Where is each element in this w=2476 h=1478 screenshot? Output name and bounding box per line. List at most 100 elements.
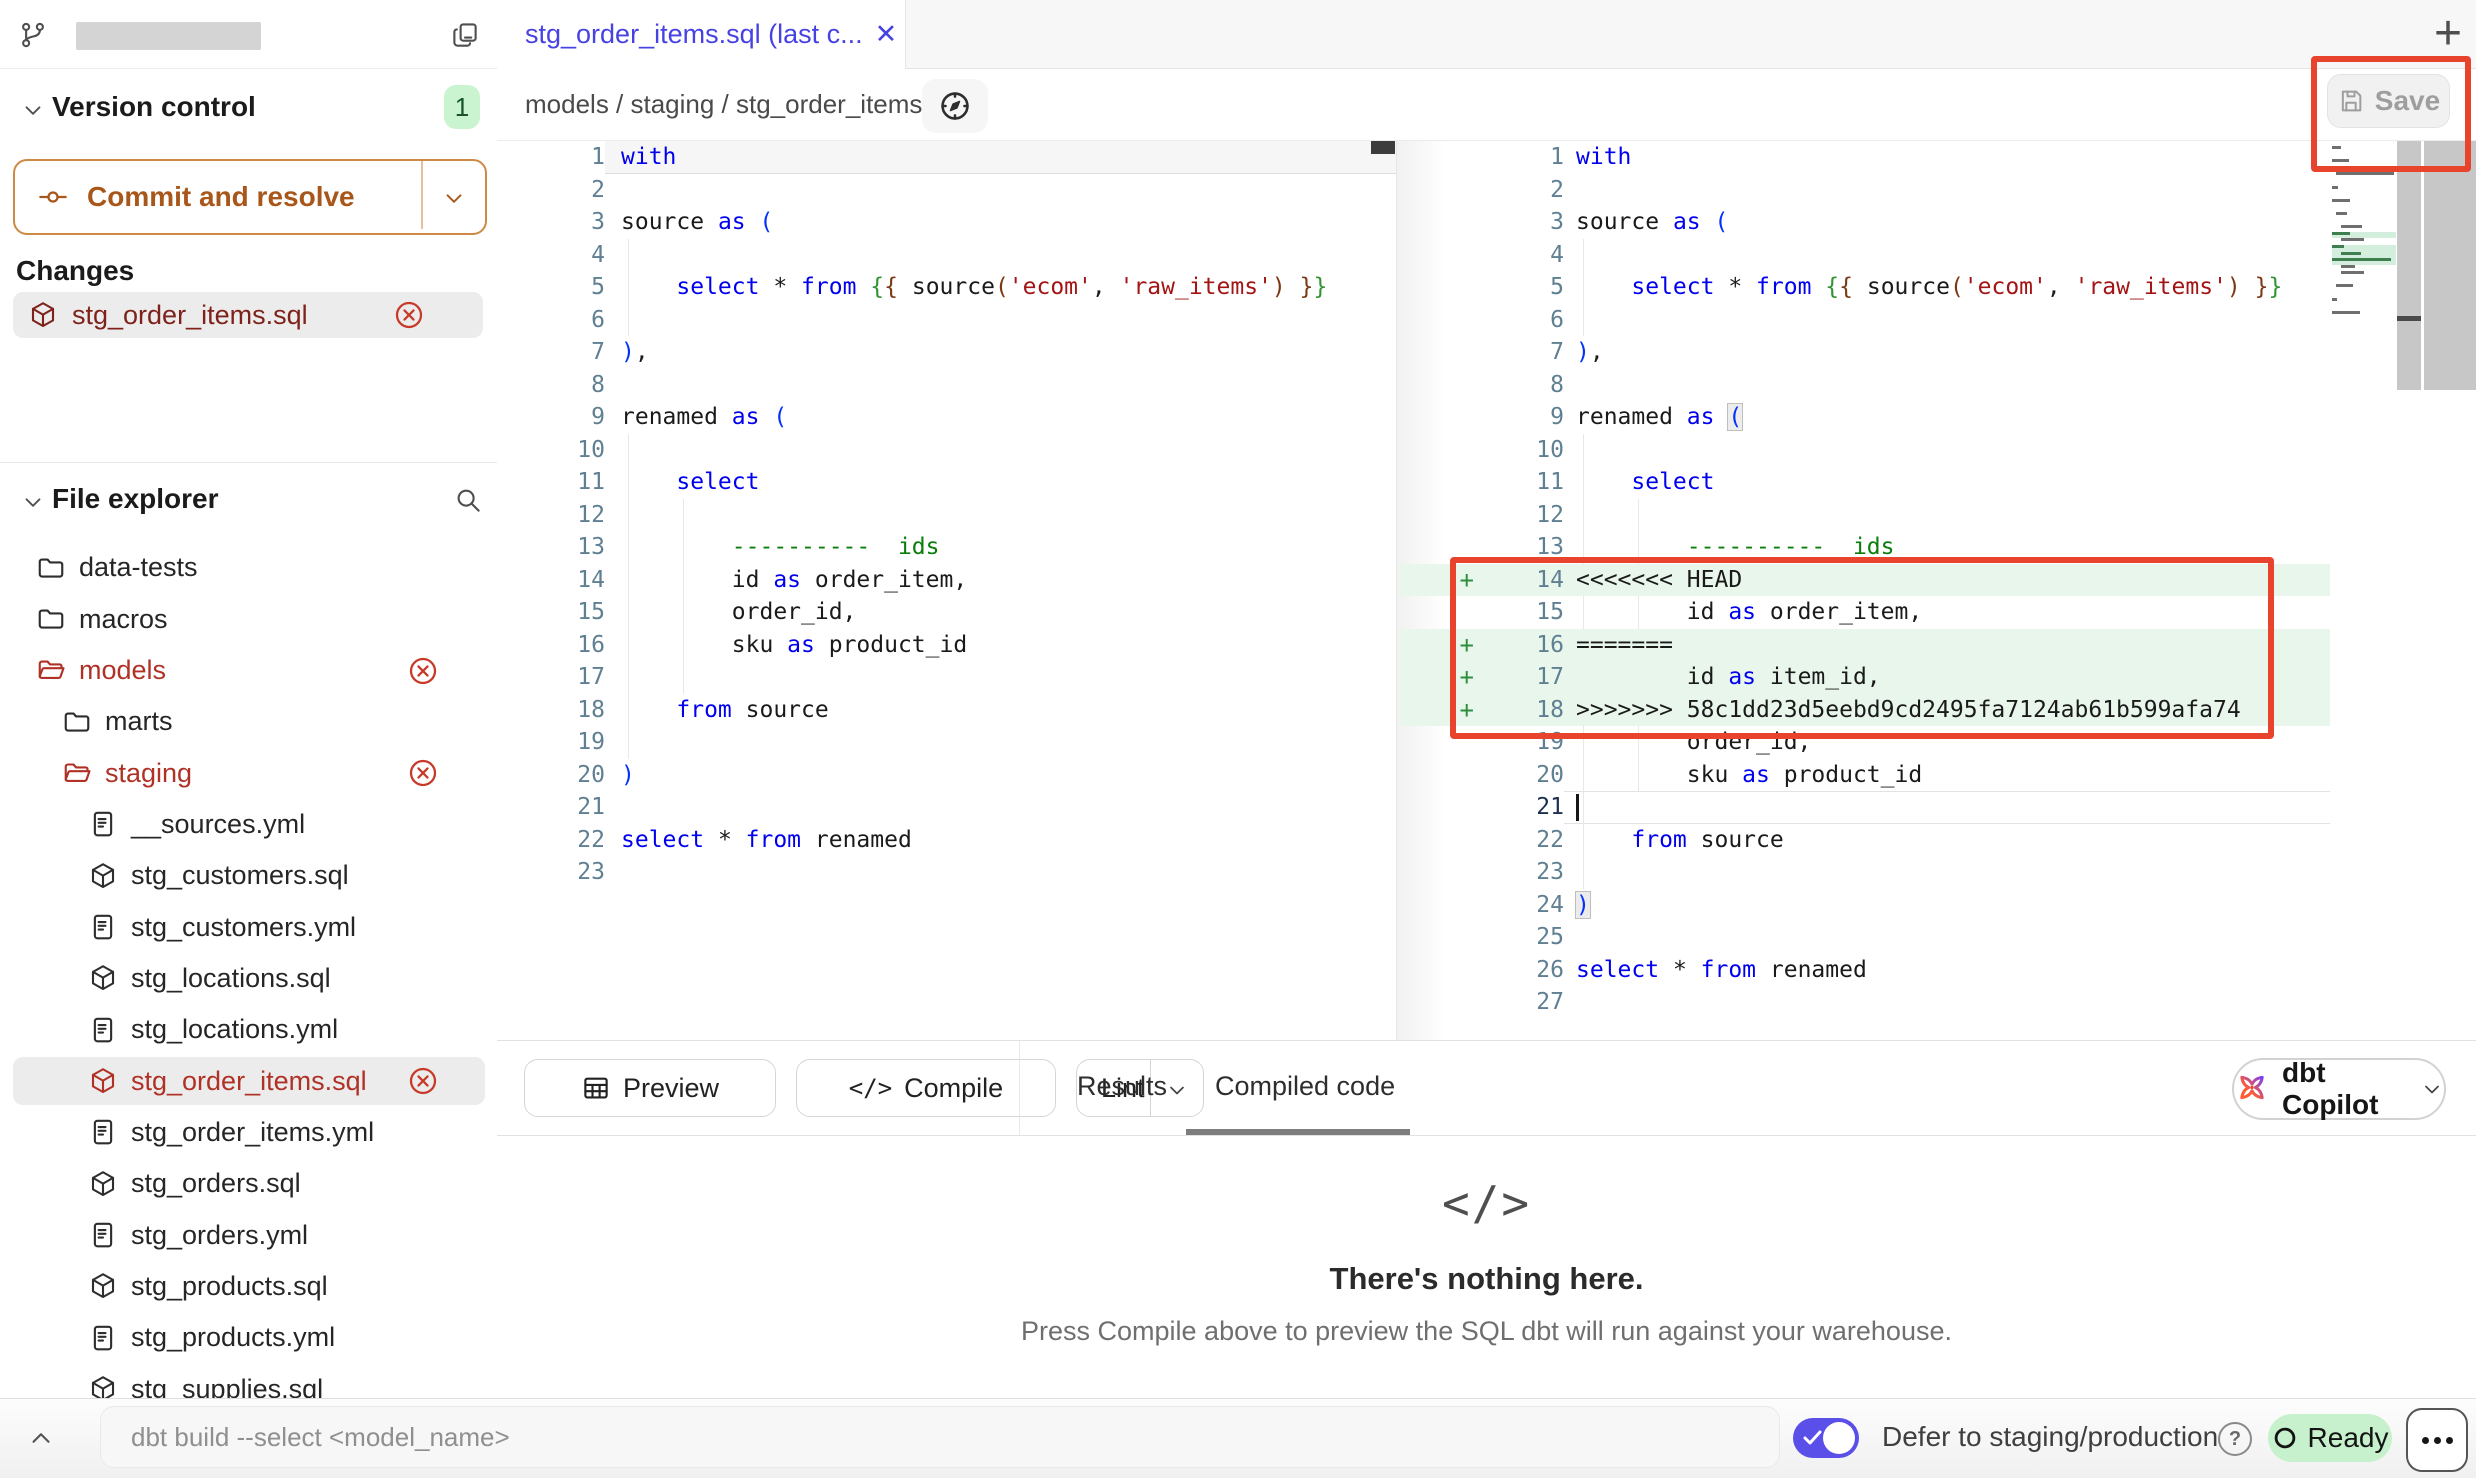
code-text[interactable] bbox=[1564, 239, 2330, 272]
code-text[interactable]: id as order_item, bbox=[1564, 596, 2330, 629]
preview-button[interactable]: Preview bbox=[524, 1059, 776, 1117]
code-text[interactable]: id as order_item, bbox=[605, 564, 1396, 597]
code-text[interactable]: select bbox=[605, 466, 1396, 499]
more-options-button[interactable] bbox=[2406, 1408, 2468, 1472]
overview-ruler[interactable] bbox=[2424, 141, 2476, 390]
code-text[interactable] bbox=[1564, 499, 2330, 532]
dbt-cloud-ide: Version control 1 Commit and resolve Cha… bbox=[0, 0, 2476, 1478]
code-text[interactable] bbox=[1564, 986, 2330, 1019]
code-text[interactable] bbox=[605, 726, 1396, 759]
tree-item-models[interactable]: models bbox=[0, 645, 497, 696]
code-text[interactable]: sku as product_id bbox=[605, 629, 1396, 662]
code-text[interactable] bbox=[605, 434, 1396, 467]
save-button[interactable]: Save bbox=[2327, 74, 2450, 128]
tree-item-__sources.yml[interactable]: __sources.yml bbox=[0, 799, 497, 850]
compile-button[interactable]: </> Compile bbox=[796, 1059, 1056, 1117]
commit-and-resolve-button[interactable]: Commit and resolve bbox=[13, 159, 487, 235]
tree-item-stg_orders.yml[interactable]: stg_orders.yml bbox=[0, 1209, 497, 1260]
code-text[interactable] bbox=[605, 661, 1396, 694]
changed-file-row[interactable]: stg_order_items.sql bbox=[13, 292, 483, 338]
tree-item-stg_order_items.yml[interactable]: stg_order_items.yml bbox=[0, 1107, 497, 1158]
editor-scrollbar-handle[interactable] bbox=[2397, 316, 2421, 321]
code-text[interactable]: select * from {{ source('ecom', 'raw_ite… bbox=[605, 271, 1396, 304]
tree-item-stg_products.sql[interactable]: stg_products.sql bbox=[0, 1261, 497, 1312]
help-question-icon[interactable]: ? bbox=[2218, 1422, 2252, 1456]
code-text[interactable]: select * from {{ source('ecom', 'raw_ite… bbox=[1564, 271, 2330, 304]
tab-compiled-code[interactable]: Compiled code bbox=[1215, 1071, 1395, 1102]
file-explorer-header[interactable]: File explorer bbox=[0, 477, 497, 525]
code-text[interactable]: ) bbox=[1564, 889, 2330, 922]
code-text[interactable]: order_id, bbox=[1564, 726, 2330, 759]
left-pane-scroll-handle[interactable] bbox=[1371, 141, 1395, 154]
code-text[interactable]: from source bbox=[1564, 824, 2330, 857]
code-text[interactable]: source as ( bbox=[1564, 206, 2330, 239]
code-text[interactable]: with bbox=[605, 141, 1396, 174]
code-text[interactable]: renamed as ( bbox=[1564, 401, 2330, 434]
code-text[interactable] bbox=[605, 856, 1396, 889]
folder-icon bbox=[36, 604, 66, 634]
tree-item-stg_products.yml[interactable]: stg_products.yml bbox=[0, 1312, 497, 1363]
close-icon[interactable]: ✕ bbox=[875, 19, 898, 50]
chevron-down-icon[interactable] bbox=[1165, 1078, 1189, 1102]
code-text[interactable] bbox=[605, 239, 1396, 272]
commit-button-label: Commit and resolve bbox=[87, 181, 355, 213]
code-text[interactable]: from source bbox=[605, 694, 1396, 727]
dbt-copilot-button[interactable]: dbt Copilot bbox=[2232, 1058, 2446, 1120]
code-text[interactable]: ) bbox=[605, 759, 1396, 792]
minimap[interactable] bbox=[2332, 146, 2396, 324]
code-text[interactable]: ---------- ids bbox=[605, 531, 1396, 564]
code-text[interactable]: source as ( bbox=[605, 206, 1396, 239]
tree-item-stg_order_items.sql[interactable]: stg_order_items.sql bbox=[0, 1055, 497, 1106]
tree-item-staging[interactable]: staging bbox=[0, 747, 497, 798]
code-text[interactable] bbox=[605, 304, 1396, 337]
tree-item-stg_customers.yml[interactable]: stg_customers.yml bbox=[0, 901, 497, 952]
code-text[interactable] bbox=[605, 791, 1396, 824]
code-text[interactable]: id as item_id, bbox=[1564, 661, 2330, 694]
chevron-down-icon[interactable] bbox=[441, 185, 467, 211]
editor-pane-modified[interactable]: 1with23source as (45 select * from {{ so… bbox=[1400, 141, 2330, 1019]
code-text[interactable] bbox=[605, 499, 1396, 532]
tree-item-marts[interactable]: marts bbox=[0, 696, 497, 747]
code-text[interactable] bbox=[605, 174, 1396, 207]
new-tab-button[interactable]: + bbox=[2434, 2, 2462, 66]
copy-files-icon[interactable] bbox=[450, 20, 480, 50]
code-text[interactable]: ), bbox=[605, 336, 1396, 369]
dbt-command-input[interactable] bbox=[100, 1406, 1780, 1468]
tree-item-data-tests[interactable]: data-tests bbox=[0, 542, 497, 593]
code-text[interactable] bbox=[1564, 856, 2330, 889]
tree-item-stg_supplies.sql[interactable]: stg_supplies.sql bbox=[0, 1364, 497, 1400]
lineage-compass-button[interactable] bbox=[922, 79, 988, 133]
tree-item-stg_locations.yml[interactable]: stg_locations.yml bbox=[0, 1004, 497, 1055]
editor-pane-original[interactable]: 1with23source as (45 select * from {{ so… bbox=[497, 141, 1396, 889]
code-text[interactable]: ), bbox=[1564, 336, 2330, 369]
code-text[interactable]: ---------- ids bbox=[1564, 531, 2330, 564]
code-text[interactable]: sku as product_id bbox=[1564, 759, 2330, 792]
code-text[interactable] bbox=[1564, 921, 2330, 954]
code-text[interactable] bbox=[1564, 304, 2330, 337]
tab-results[interactable]: Results bbox=[1077, 1071, 1167, 1102]
tree-item-macros[interactable]: macros bbox=[0, 593, 497, 644]
tree-item-stg_orders.sql[interactable]: stg_orders.sql bbox=[0, 1158, 497, 1209]
code-text[interactable] bbox=[1564, 174, 2330, 207]
version-control-header[interactable]: Version control 1 bbox=[0, 85, 497, 133]
code-text[interactable] bbox=[1564, 791, 2330, 824]
defer-toggle[interactable] bbox=[1793, 1418, 1859, 1458]
code-text[interactable]: ======= bbox=[1564, 629, 2330, 662]
code-text[interactable] bbox=[605, 369, 1396, 402]
tab-stg-order-items[interactable]: stg_order_items.sql (last c... ✕ bbox=[497, 0, 906, 69]
editor-scrollbar-track[interactable] bbox=[2397, 141, 2421, 390]
code-text[interactable]: select bbox=[1564, 466, 2330, 499]
code-text[interactable]: select * from renamed bbox=[1564, 954, 2330, 987]
search-icon[interactable] bbox=[453, 485, 483, 515]
code-text[interactable]: with bbox=[1564, 141, 2330, 174]
code-text[interactable]: <<<<<<< HEAD bbox=[1564, 564, 2330, 597]
code-text[interactable]: select * from renamed bbox=[605, 824, 1396, 857]
code-text[interactable]: renamed as ( bbox=[605, 401, 1396, 434]
code-text[interactable]: >>>>>>> 58c1dd23d5eebd9cd2495fa7124ab61b… bbox=[1564, 694, 2330, 727]
tree-item-stg_customers.sql[interactable]: stg_customers.sql bbox=[0, 850, 497, 901]
code-text[interactable]: order_id, bbox=[605, 596, 1396, 629]
expand-caret-up-icon[interactable] bbox=[26, 1423, 56, 1453]
code-text[interactable] bbox=[1564, 434, 2330, 467]
tree-item-stg_locations.sql[interactable]: stg_locations.sql bbox=[0, 953, 497, 1004]
code-text[interactable] bbox=[1564, 369, 2330, 402]
